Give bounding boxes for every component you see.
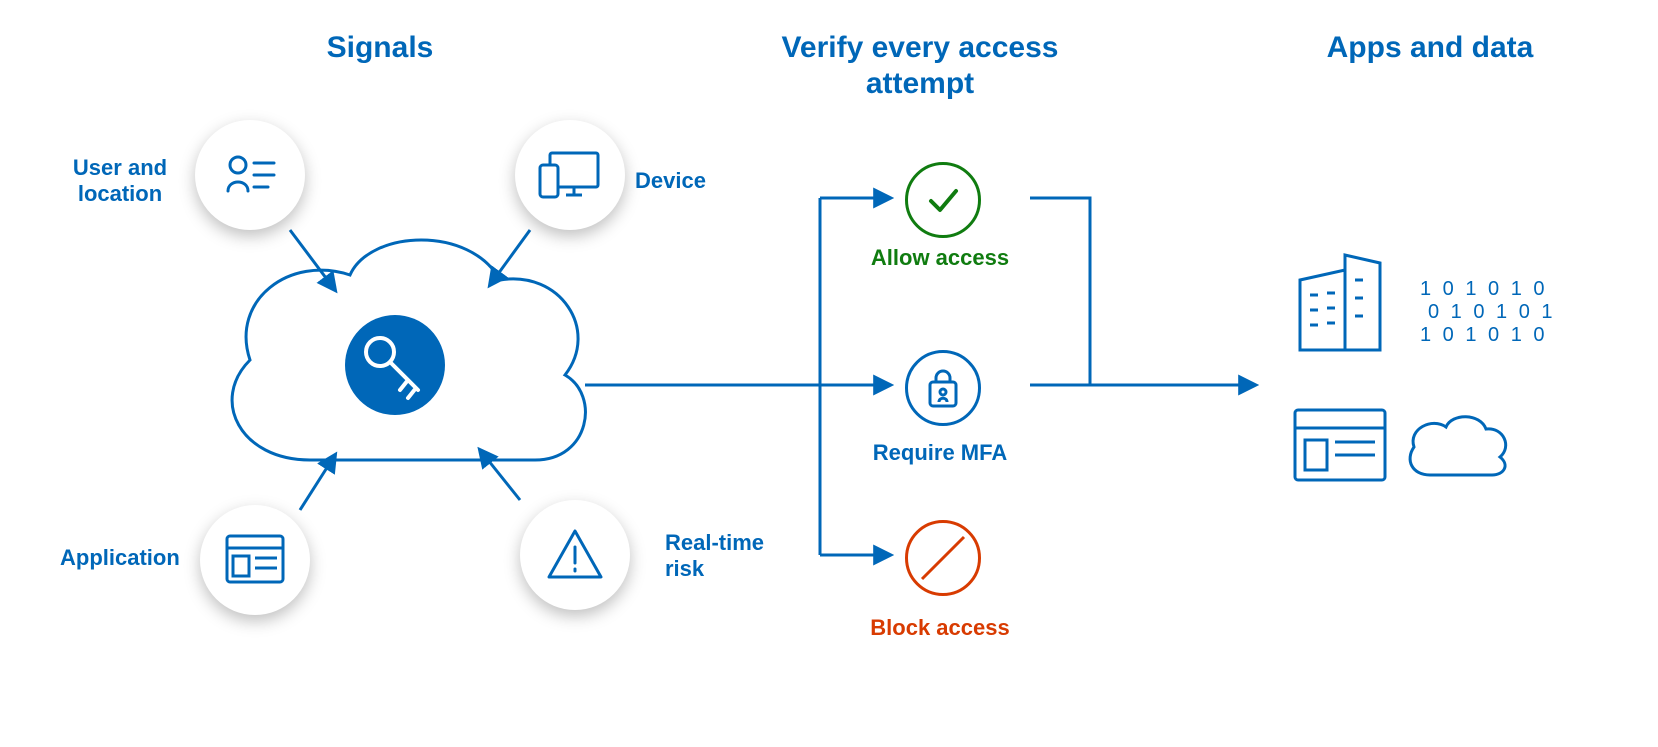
heading-signals: Signals [280, 30, 480, 66]
flow-merge-allow [1030, 198, 1090, 385]
heading-apps: Apps and data [1290, 30, 1570, 66]
risk-icon [520, 500, 630, 610]
label-allow-access: Allow access [850, 245, 1030, 271]
cloud-icon [232, 240, 585, 460]
block-access-icon [905, 520, 981, 596]
binary-text-row3: 1 0 1 0 1 0 [1420, 324, 1548, 346]
heading-verify: Verify every access attempt [745, 30, 1095, 102]
binary-text-row1: 1 0 1 0 1 0 [1420, 278, 1548, 300]
label-block-access: Block access [850, 615, 1030, 641]
require-mfa-icon [905, 350, 981, 426]
binary-text-row2: 0 1 0 1 0 1 [1428, 301, 1556, 323]
label-realtime-risk: Real-time risk [665, 530, 785, 583]
label-device: Device [635, 168, 735, 194]
cloud-small-icon [1410, 417, 1506, 475]
apps-icons-group [1295, 255, 1506, 480]
application-icon [200, 505, 310, 615]
arrow-device-to-cloud [490, 230, 530, 285]
device-icon [515, 120, 625, 230]
label-user-location: User and location [60, 155, 180, 208]
arrow-application-to-cloud [300, 455, 335, 510]
diagram-svg: 1 0 1 0 1 0 0 1 0 1 0 1 1 0 1 0 1 0 [0, 0, 1658, 747]
browser-icon [1295, 410, 1385, 480]
label-require-mfa: Require MFA [850, 440, 1030, 466]
building-icon [1300, 255, 1380, 350]
arrow-user-to-cloud [290, 230, 335, 290]
label-application: Application [60, 545, 200, 571]
arrow-risk-to-cloud [480, 450, 520, 500]
allow-access-icon [905, 162, 981, 238]
user-location-icon [195, 120, 305, 230]
